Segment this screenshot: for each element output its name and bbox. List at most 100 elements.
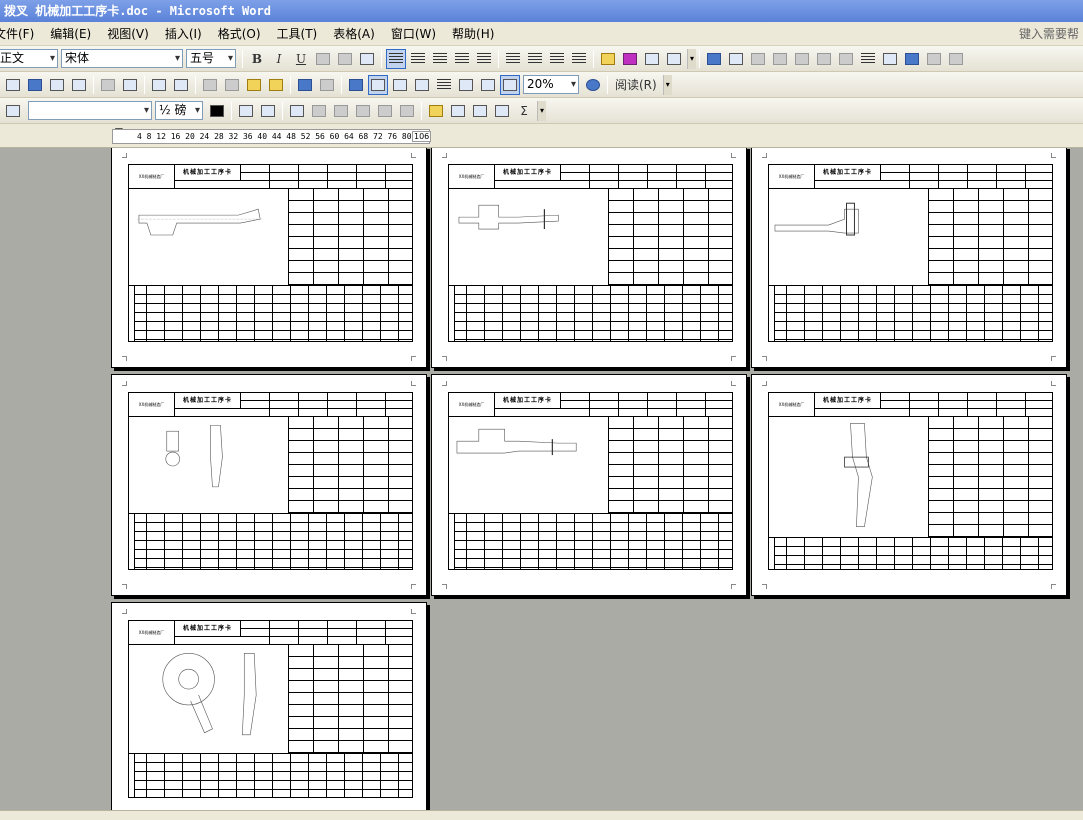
line-weight-combo[interactable]: ½ 磅: [155, 101, 203, 120]
table-properties-icon[interactable]: [448, 101, 468, 121]
read-mode-button[interactable]: 阅读(R): [612, 75, 660, 95]
hyperlink-icon[interactable]: [346, 75, 366, 95]
increase-indent-icon[interactable]: [569, 49, 589, 69]
menu-table[interactable]: 表格(A): [325, 22, 383, 46]
toolbar-options-icon[interactable]: ▾: [662, 74, 672, 95]
compress-icon[interactable]: [880, 49, 900, 69]
email-icon[interactable]: [69, 75, 89, 95]
page-corner-mark: [1051, 584, 1056, 589]
font-combo[interactable]: 宋体: [61, 49, 183, 68]
document-page[interactable]: XX机械制造厂 机械加工工序卡: [111, 148, 427, 368]
toolbar-options-icon[interactable]: ▾: [537, 100, 546, 121]
document-page[interactable]: XX机械制造厂 机械加工工序卡: [111, 374, 427, 596]
line-spacing-icon[interactable]: [474, 49, 494, 69]
brightness-down-icon[interactable]: [792, 49, 812, 69]
char-border-icon[interactable]: [313, 49, 333, 69]
columns-icon[interactable]: [434, 75, 454, 95]
document-map-icon[interactable]: [478, 75, 498, 95]
char-scale-icon[interactable]: [357, 49, 377, 69]
bold-button[interactable]: B: [247, 49, 267, 69]
document-page[interactable]: XX机械制造厂 机械加工工序卡: [431, 374, 747, 596]
decrease-indent-icon[interactable]: [547, 49, 567, 69]
tables-borders-icon[interactable]: [368, 74, 388, 95]
spelling-icon[interactable]: [149, 75, 169, 95]
brightness-icon[interactable]: [770, 49, 790, 69]
border-color-icon[interactable]: [207, 101, 227, 121]
undo-icon[interactable]: [295, 75, 315, 95]
print-preview-icon[interactable]: [120, 75, 140, 95]
picture-icon[interactable]: [704, 49, 724, 69]
insert-table-icon[interactable]: [390, 75, 410, 95]
line-style-icon[interactable]: [858, 49, 878, 69]
format-painter-icon[interactable]: [266, 75, 286, 95]
menu-file[interactable]: 文件(F): [0, 22, 42, 46]
sort-descending-icon[interactable]: [492, 101, 512, 121]
menu-format[interactable]: 格式(O): [210, 22, 269, 46]
new-icon[interactable]: [3, 75, 23, 95]
document-page[interactable]: XX机械制造厂 机械加工工序卡: [751, 148, 1067, 368]
enclose-char-icon[interactable]: [664, 49, 684, 69]
toolbar-options-icon[interactable]: ▾: [687, 48, 696, 69]
align-center-icon[interactable]: [408, 49, 428, 69]
reset-picture-icon[interactable]: [946, 49, 966, 69]
line-style-combo[interactable]: [28, 101, 152, 120]
menu-window[interactable]: 窗口(W): [383, 22, 444, 46]
copy-icon[interactable]: [222, 75, 242, 95]
drawing-icon[interactable]: [456, 75, 476, 95]
permission-icon[interactable]: [47, 75, 67, 95]
bullets-icon[interactable]: [525, 49, 545, 69]
document-page[interactable]: XX机械制造厂 机械加工工序卡: [431, 148, 747, 368]
underline-button[interactable]: U: [291, 49, 311, 69]
align-left-icon[interactable]: [386, 48, 406, 69]
horizontal-ruler[interactable]: ⧗ 4 8 12 16 20 24 28 32 36 40 44 48 52 5…: [0, 124, 1083, 148]
justify-icon[interactable]: [452, 49, 472, 69]
show-hide-icon[interactable]: [500, 74, 520, 95]
rotate-icon[interactable]: [836, 49, 856, 69]
font-color-icon[interactable]: [620, 49, 640, 69]
save-icon[interactable]: [25, 75, 45, 95]
crop-icon[interactable]: [814, 49, 834, 69]
help-icon[interactable]: [583, 75, 603, 95]
redo-icon[interactable]: [317, 75, 337, 95]
numbering-icon[interactable]: [503, 49, 523, 69]
align-cell-icon[interactable]: [353, 101, 373, 121]
align-right-icon[interactable]: [430, 49, 450, 69]
cut-icon[interactable]: [200, 75, 220, 95]
merge-cells-icon[interactable]: [309, 101, 329, 121]
menu-edit[interactable]: 编辑(E): [42, 22, 99, 46]
autosum-button[interactable]: Σ: [514, 101, 534, 121]
format-picture-icon[interactable]: [902, 49, 922, 69]
paste-icon[interactable]: [244, 75, 264, 95]
menu-help[interactable]: 帮助(H): [444, 22, 502, 46]
menu-view[interactable]: 视图(V): [99, 22, 157, 46]
document-page[interactable]: XX机械制造厂 机械加工工序卡: [751, 374, 1067, 596]
outside-border-icon[interactable]: [236, 101, 256, 121]
document-workspace[interactable]: XX机械制造厂 机械加工工序卡 XX机械制造厂 机械加工工序卡 XX机械制造厂 机械加…: [0, 148, 1083, 810]
distribute-columns-icon[interactable]: [397, 101, 417, 121]
frame-icon[interactable]: [726, 49, 746, 69]
char-shading-icon[interactable]: [335, 49, 355, 69]
contrast-icon[interactable]: [748, 49, 768, 69]
insert-excel-icon[interactable]: [412, 75, 432, 95]
autoformat-icon[interactable]: [426, 101, 446, 121]
shading-color-icon[interactable]: [258, 101, 278, 121]
font-size-combo[interactable]: 五号: [186, 49, 236, 68]
style-combo[interactable]: 正文: [0, 49, 58, 68]
print-icon[interactable]: [98, 75, 118, 95]
page-corner-mark: [762, 153, 767, 158]
insert-table-icon[interactable]: [287, 101, 307, 121]
split-cells-icon[interactable]: [331, 101, 351, 121]
menu-tools[interactable]: 工具(T): [269, 22, 326, 46]
draw-table-icon[interactable]: [3, 101, 23, 121]
sort-ascending-icon[interactable]: [470, 101, 490, 121]
zoom-combo[interactable]: 20%: [523, 75, 579, 94]
help-question-input[interactable]: 键入需要帮助的问题: [1019, 25, 1079, 43]
set-transparent-icon[interactable]: [924, 49, 944, 69]
document-page[interactable]: XX机械制造厂 机械加工工序卡: [111, 602, 427, 810]
phonetic-guide-icon[interactable]: [642, 49, 662, 69]
menu-insert[interactable]: 插入(I): [157, 22, 210, 46]
distribute-rows-icon[interactable]: [375, 101, 395, 121]
research-icon[interactable]: [171, 75, 191, 95]
italic-button[interactable]: I: [269, 49, 289, 69]
highlight-icon[interactable]: [598, 49, 618, 69]
